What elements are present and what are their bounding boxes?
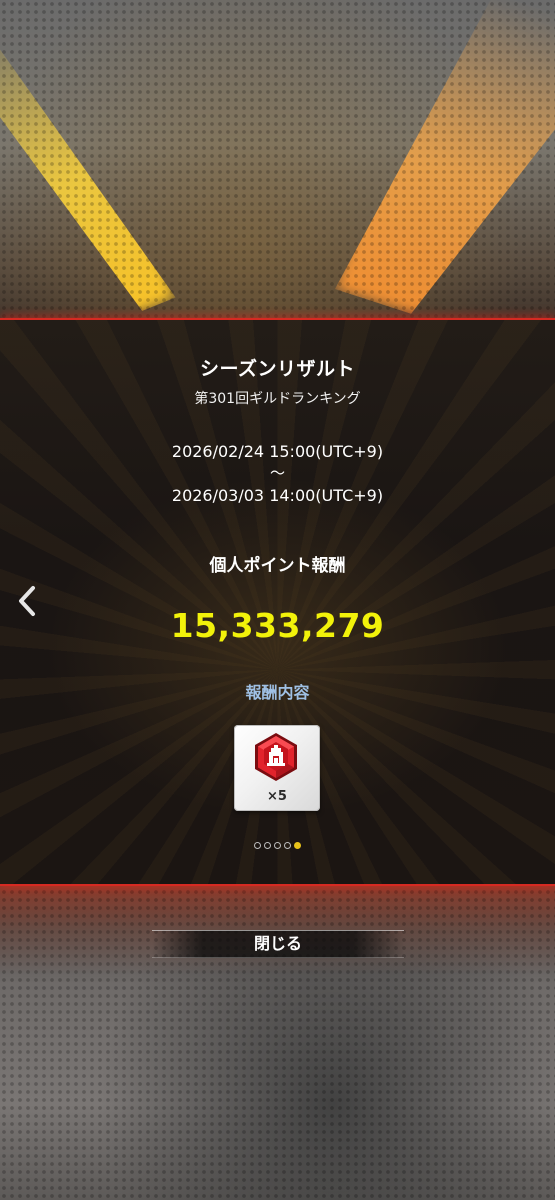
page-dot-5-current[interactable] xyxy=(294,842,301,849)
page-dot-3[interactable] xyxy=(274,842,281,849)
period-end: 2026/03/03 14:00(UTC+9) xyxy=(171,486,384,505)
period-separator: ～ xyxy=(269,464,285,482)
page-dot-2[interactable] xyxy=(264,842,271,849)
points-value: 15,333,279 xyxy=(170,606,385,645)
red-hexagon-gem-icon xyxy=(255,733,297,781)
rewards-label: 報酬内容 xyxy=(245,683,310,702)
page-indicator xyxy=(0,842,555,849)
ranking-name: 第301回ギルドランキング xyxy=(194,391,361,407)
points-label: 個人ポイント報酬 xyxy=(209,556,346,576)
page-dot-4[interactable] xyxy=(284,842,291,849)
season-result-panel: シーズンリザルト 第301回ギルドランキング 2026/02/24 15:00(… xyxy=(0,318,555,886)
page-dot-1[interactable] xyxy=(254,842,261,849)
period-start: 2026/02/24 15:00(UTC+9) xyxy=(171,442,384,461)
result-title: シーズンリザルト xyxy=(199,358,356,380)
close-button[interactable]: 閉じる xyxy=(152,930,404,958)
reward-quantity: ×5 xyxy=(267,789,287,804)
reward-item[interactable]: ×5 xyxy=(234,725,320,811)
